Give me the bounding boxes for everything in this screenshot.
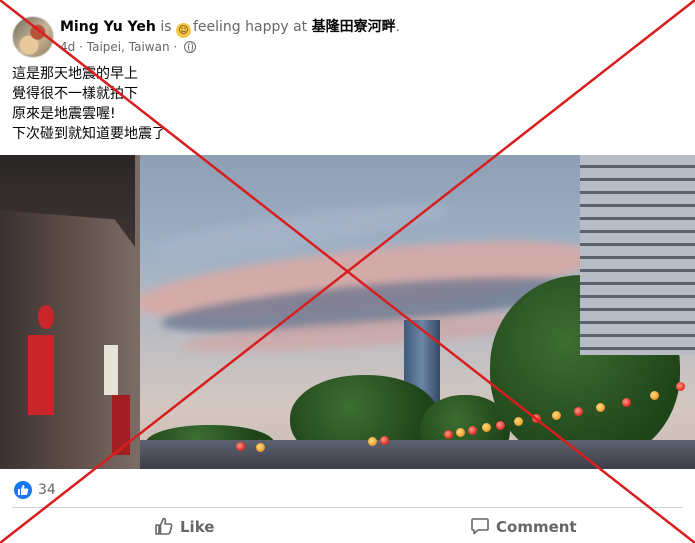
post-time[interactable]: 4d: [60, 40, 75, 54]
separator: ·: [79, 40, 83, 54]
globe-icon: [184, 41, 197, 53]
lantern: [596, 403, 605, 412]
smiling-face-icon: ☺: [175, 23, 191, 38]
lantern: [444, 430, 453, 439]
lantern: [468, 426, 477, 435]
lantern: [236, 442, 245, 451]
period: .: [395, 19, 401, 35]
building-right: [580, 155, 695, 355]
feeling-text: feeling happy at: [192, 19, 308, 35]
lantern: [380, 436, 389, 445]
post-photo[interactable]: [0, 155, 695, 469]
lantern: [514, 417, 523, 426]
reaction-count: 34: [38, 482, 56, 498]
post-text-line: 原來是地震雲喔!: [12, 106, 116, 122]
like-button[interactable]: Like: [154, 512, 214, 542]
location-link[interactable]: 基隆田寮河畔: [312, 19, 396, 35]
divider: [12, 507, 683, 508]
shop-sign: [38, 305, 54, 329]
separator: ·: [173, 40, 178, 54]
post-text: 這是那天地震的早上 覺得很不一樣就拍下 原來是地震雲喔! 下次碰到就知道要地震了: [12, 64, 166, 144]
comment-button[interactable]: Comment: [470, 512, 577, 542]
comment-label: Comment: [496, 518, 577, 536]
lantern: [552, 411, 561, 420]
lantern: [622, 398, 631, 407]
lantern: [368, 437, 377, 446]
lantern: [676, 382, 685, 391]
lantern: [650, 391, 659, 400]
lantern: [532, 414, 541, 423]
lantern: [256, 443, 265, 452]
lantern: [456, 428, 465, 437]
lantern: [482, 423, 491, 432]
thumbs-up-icon: [14, 481, 32, 499]
avatar[interactable]: [12, 16, 54, 58]
lantern: [496, 421, 505, 430]
post-text-line: 下次碰到就知道要地震了: [12, 126, 166, 142]
is-word: is: [160, 19, 172, 35]
thumbs-up-outline-icon: [155, 517, 173, 535]
meta-line: 4d · Taipei, Taiwan ·: [60, 39, 197, 55]
post-text-line: 覺得很不一樣就拍下: [12, 86, 138, 102]
shop-sign: [104, 345, 118, 395]
post-place[interactable]: Taipei, Taiwan: [87, 40, 170, 54]
comment-icon: [471, 518, 489, 535]
post-text-line: 這是那天地震的早上: [12, 66, 138, 82]
author-name[interactable]: Ming Yu Yeh: [60, 19, 156, 35]
header-line: Ming Yu Yeh is ☺ feeling happy at 基隆田寮河畔.: [60, 18, 400, 38]
shop-sign: [112, 395, 130, 455]
shop-sign: [28, 335, 54, 415]
lantern: [574, 407, 583, 416]
like-label: Like: [180, 518, 215, 536]
